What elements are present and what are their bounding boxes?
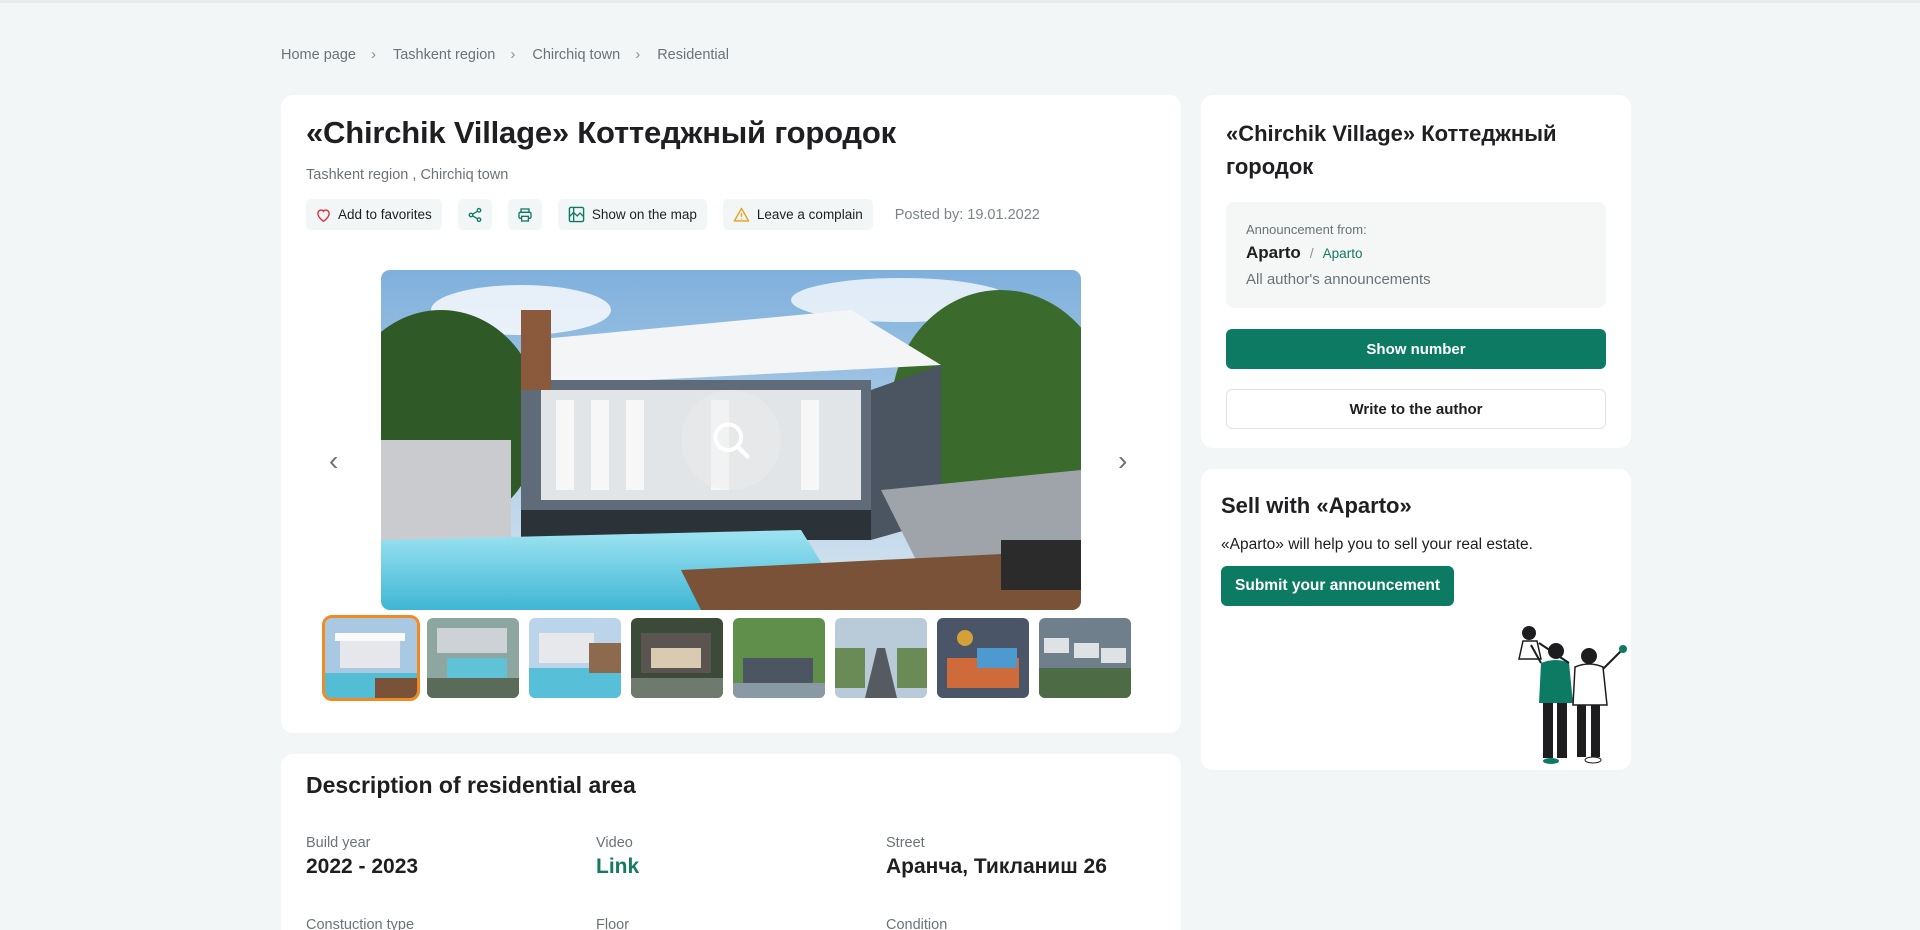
breadcrumb-town[interactable]: Chirchiq town xyxy=(532,47,620,63)
search-icon xyxy=(713,422,750,459)
author-card: «Chirchik Village» Коттеджный городок An… xyxy=(1201,95,1631,448)
field-value: Аранча, Тикланиш 26 xyxy=(886,855,1107,878)
thumbnail[interactable] xyxy=(631,618,723,698)
listing-location: Tashkent region , Chirchiq town xyxy=(306,167,509,183)
thumbnail[interactable] xyxy=(322,615,420,701)
thumbnail[interactable] xyxy=(835,618,927,698)
field-label: Condition xyxy=(886,917,948,930)
chevron-right-icon: › xyxy=(635,46,641,63)
map-icon xyxy=(568,206,585,223)
thumbnail[interactable] xyxy=(937,618,1029,698)
thumbnail[interactable] xyxy=(1039,618,1131,698)
map-label: Show on the map xyxy=(591,207,697,222)
print-button[interactable] xyxy=(507,199,542,230)
announcement-box: Announcement from: Aparto / Aparto All a… xyxy=(1226,202,1606,308)
warning-icon xyxy=(733,207,750,222)
construction-type-field: Constuction type xyxy=(306,917,414,930)
breadcrumb-home[interactable]: Home page xyxy=(281,47,356,63)
thumbnail[interactable] xyxy=(427,618,519,698)
listing-title: «Chirchik Village» Коттеджный городок xyxy=(306,115,896,150)
condition-field: Condition xyxy=(886,917,947,930)
description-card: Description of residential area Build ye… xyxy=(281,754,1181,930)
announcement-from-label: Announcement from: xyxy=(1246,222,1367,237)
print-icon xyxy=(518,207,532,222)
complain-label: Leave a complain xyxy=(756,207,863,222)
heart-icon xyxy=(317,208,330,222)
street-field: Street Аранча, Тикланиш 26 xyxy=(886,835,1107,879)
description-title: Description of residential area xyxy=(306,772,636,798)
field-label: Build year xyxy=(306,835,371,851)
video-field: Video Link xyxy=(596,835,639,879)
all-announcements-link[interactable]: All author's announcements xyxy=(1246,271,1586,288)
breadcrumb-residential[interactable]: Residential xyxy=(657,47,729,63)
sell-card: Sell with «Aparto» «Aparto» will help yo… xyxy=(1201,469,1631,770)
author-name[interactable]: Aparto xyxy=(1246,243,1301,263)
family-illustration xyxy=(1518,626,1627,764)
field-label: Street xyxy=(886,835,925,851)
chevron-right-icon: › xyxy=(510,46,516,63)
write-author-button[interactable]: Write to the author xyxy=(1226,389,1606,429)
listing-actions: Add to favorites Show on the map Leave a… xyxy=(306,199,1040,230)
main-photo[interactable] xyxy=(381,270,1081,610)
posted-date: Posted by: 19.01.2022 xyxy=(894,206,1040,223)
field-value: 2022 - 2023 xyxy=(306,855,419,878)
show-number-button[interactable]: Show number xyxy=(1226,329,1606,369)
chevron-right-icon: › xyxy=(370,46,376,63)
listing-card: «Chirchik Village» Коттеджный городок Ta… xyxy=(281,95,1181,733)
top-divider xyxy=(0,0,1920,3)
thumbnail-strip xyxy=(322,615,1141,701)
field-label: Constuction type xyxy=(306,917,415,930)
floor-field: Floor xyxy=(596,917,629,930)
submit-announcement-button[interactable]: Submit your announcement xyxy=(1221,566,1454,606)
field-label: Floor xyxy=(596,917,630,930)
leave-complain-button[interactable]: Leave a complain xyxy=(722,199,873,230)
share-icon xyxy=(468,207,482,222)
add-to-favorites-button[interactable]: Add to favorites xyxy=(306,199,442,230)
prev-photo-button[interactable]: ‹ xyxy=(329,447,338,475)
thumbnail[interactable] xyxy=(529,618,621,698)
sell-description: «Aparto» will help you to sell your real… xyxy=(1221,536,1533,553)
video-link[interactable]: Link xyxy=(596,855,639,879)
author-agency-link[interactable]: Aparto xyxy=(1323,246,1363,261)
breadcrumb: Home page › Tashkent region › Chirchiq t… xyxy=(281,46,729,63)
author-card-title: «Chirchik Village» Коттеджный городок xyxy=(1226,121,1557,179)
breadcrumb-region[interactable]: Tashkent region xyxy=(393,47,495,63)
sell-title: Sell with «Aparto» xyxy=(1221,493,1412,518)
show-on-map-button[interactable]: Show on the map xyxy=(557,199,707,230)
slash-divider: / xyxy=(1309,245,1314,261)
build-year-field: Build year 2022 - 2023 xyxy=(306,835,418,879)
share-button[interactable] xyxy=(457,199,492,230)
zoom-button[interactable] xyxy=(681,390,781,490)
next-photo-button[interactable]: › xyxy=(1118,447,1127,475)
favorites-label: Add to favorites xyxy=(338,207,432,222)
field-label: Video xyxy=(596,835,633,851)
thumbnail[interactable] xyxy=(733,618,825,698)
